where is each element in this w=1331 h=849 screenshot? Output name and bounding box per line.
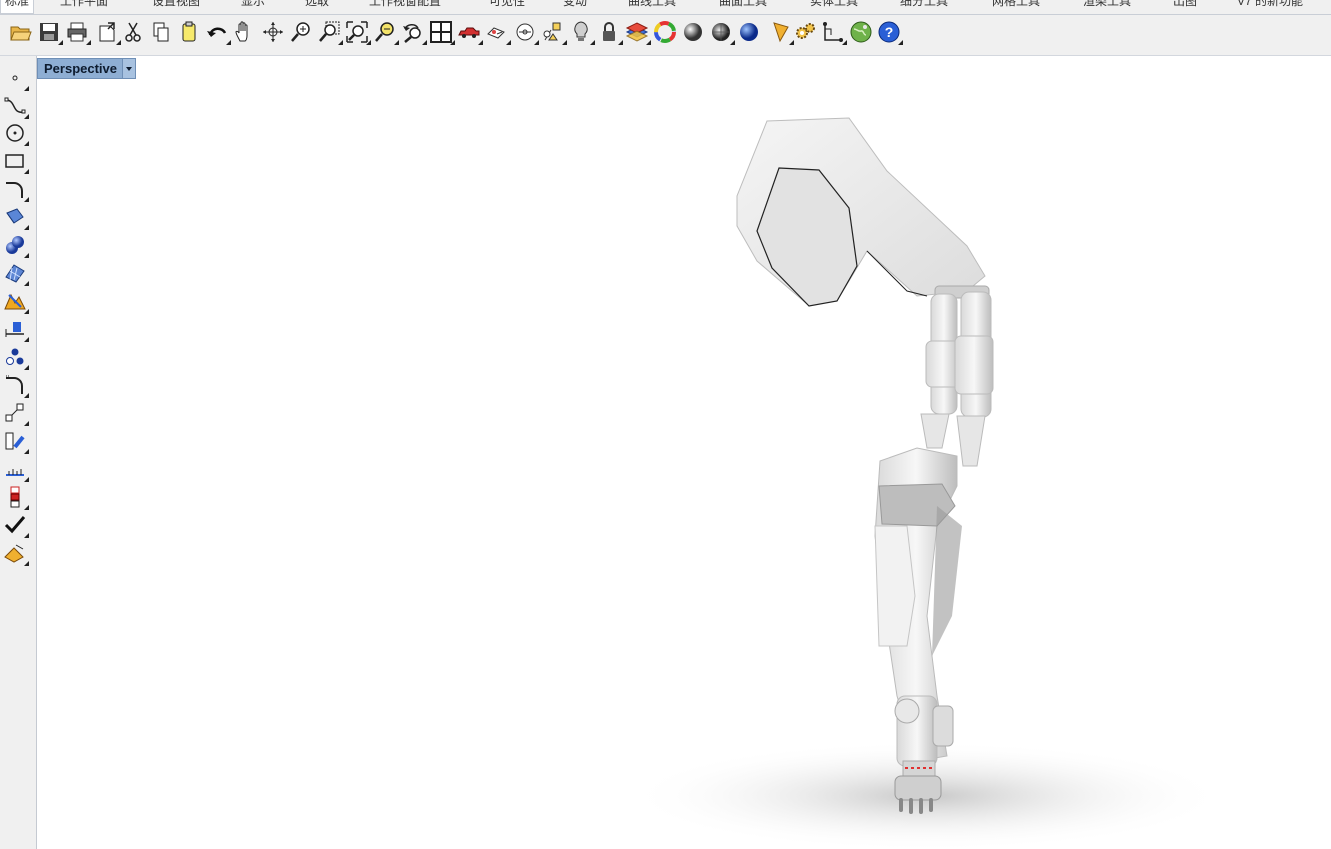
ruler-icon[interactable] [3,457,29,482]
array-icon[interactable] [3,345,29,370]
fillet-icon[interactable] [3,373,29,398]
cplane-icon[interactable] [513,20,539,45]
print-icon[interactable] [65,20,91,45]
arc-icon[interactable] [3,177,29,202]
tab-solid-tools[interactable]: 实体工具 [810,0,858,8]
material-icon[interactable] [768,20,794,45]
open-icon[interactable] [9,20,33,44]
rendered-sphere-icon[interactable] [709,20,735,45]
mesh-icon[interactable] [3,261,29,286]
explode-icon[interactable] [3,289,29,314]
named-view-icon[interactable] [485,20,511,45]
globe-icon[interactable] [849,20,873,44]
curve-icon[interactable] [3,94,29,119]
zoom-extents-icon[interactable] [345,20,371,45]
light-bulb-icon[interactable] [569,20,595,45]
tab-transform[interactable]: 变动 [563,0,587,8]
zoom-window-icon[interactable] [317,20,343,45]
render-tool-icon[interactable] [3,541,29,566]
cut-icon[interactable] [121,20,145,44]
text-dimension-icon[interactable] [3,317,29,342]
perspective-viewport[interactable]: Perspective [37,56,1331,849]
tab-render-tools[interactable]: 渲染工具 [1083,0,1131,8]
four-viewports-icon[interactable] [429,20,455,45]
checkmark-icon[interactable] [3,513,29,538]
scale-icon[interactable] [3,401,29,426]
tab-drafting[interactable]: 出图 [1173,0,1197,8]
options-gear-icon[interactable] [793,20,817,44]
tab-viewport-layout[interactable]: 工作视窗配置 [369,0,441,8]
object-snap-icon[interactable] [541,20,567,45]
tab-standard[interactable]: 标准 [0,0,35,14]
svg-text:?: ? [885,24,894,40]
paste-icon[interactable] [177,20,201,44]
tab-subd-tools[interactable]: 细分工具 [900,0,948,8]
rotate-view-icon[interactable] [261,20,285,44]
tab-visibility[interactable]: 可见性 [489,0,525,8]
undo-view-icon[interactable] [401,20,427,45]
help-icon[interactable]: ? [877,20,903,45]
point-icon[interactable] [3,66,29,91]
render-icon[interactable] [737,20,761,44]
ribbon-tab-bar: 标准 工作平面 设置视图 显示 选取 工作视窗配置 可见性 变动 曲线工具 曲面… [0,0,1331,15]
save-icon[interactable] [37,20,63,45]
main-left-toolbar [0,56,37,849]
tab-mesh-tools[interactable]: 网格工具 [992,0,1040,8]
lock-icon[interactable] [597,20,623,45]
analysis-icon[interactable] [3,485,29,510]
arm-model-render [627,117,1227,849]
rectangle-icon[interactable] [3,149,29,174]
surface-icon[interactable] [3,205,29,230]
tab-set-view[interactable]: 设置视图 [152,0,200,8]
tab-select[interactable]: 选取 [305,0,329,8]
layer-icon[interactable] [625,20,651,45]
shaded-sphere-icon[interactable] [681,20,705,44]
tab-curve-tools[interactable]: 曲线工具 [628,0,676,8]
transform-icon[interactable] [3,429,29,454]
copy-icon[interactable] [149,20,173,44]
solid-icon[interactable] [3,233,29,258]
pan-hand-icon[interactable] [233,20,257,44]
tab-new-in-v7[interactable]: V7 的新功能 [1237,0,1303,8]
zoom-in-icon[interactable] [289,20,313,44]
zoom-selected-icon[interactable] [373,20,399,45]
tab-display[interactable]: 显示 [241,0,265,8]
circle-icon[interactable] [3,121,29,146]
undo-icon[interactable] [205,20,231,45]
dimension-icon[interactable] [821,20,847,45]
tab-surface-tools[interactable]: 曲面工具 [719,0,767,8]
color-wheel-icon[interactable] [653,20,677,44]
car-icon[interactable] [457,20,483,45]
standard-toolbar: ? [0,15,1331,56]
tab-cplanes[interactable]: 工作平面 [60,0,108,8]
import-icon[interactable] [95,20,121,45]
